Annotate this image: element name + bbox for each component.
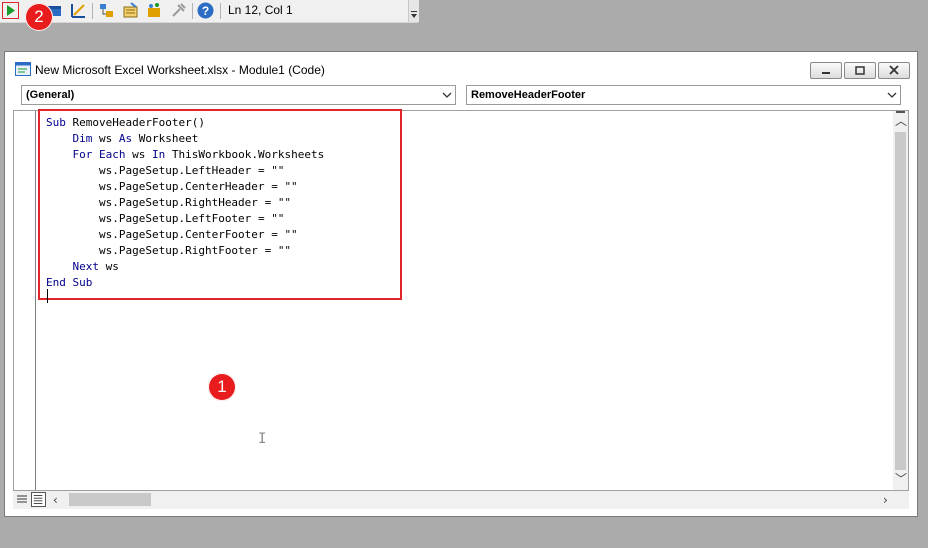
full-module-view-icon[interactable] [31,492,46,507]
toolbar-separator [220,3,221,19]
svg-text:?: ? [202,4,209,18]
window-titlebar: New Microsoft Excel Worksheet.xlsx - Mod… [5,52,917,84]
restore-icon [855,66,865,75]
scroll-right-icon[interactable]: › [883,494,888,506]
scroll-down-icon[interactable]: ﹀ [895,473,907,485]
cursor-position-status: Ln 12, Col 1 [228,3,293,17]
code-window: New Microsoft Excel Worksheet.xlsx - Mod… [4,51,918,517]
margin-indicator-bar[interactable] [14,111,36,490]
chevron-down-icon [442,92,452,98]
vertical-scroll-thumb[interactable] [895,132,906,470]
scroll-left-icon[interactable]: ‹ [53,494,58,506]
toolbar-overflow-grip[interactable] [408,0,419,22]
window-title: New Microsoft Excel Worksheet.xlsx - Mod… [35,63,325,77]
object-dropdown-value: (General) [26,89,75,101]
horizontal-scroll-thumb[interactable] [69,493,151,506]
object-dropdown[interactable]: (General) [21,85,456,105]
standard-toolbar: ? Ln 12, Col 1 [0,0,419,23]
help-icon[interactable]: ? [197,2,214,19]
toolbar-separator [192,3,193,19]
object-browser-icon[interactable] [146,2,163,19]
minimize-icon [822,72,830,74]
text-caret [47,289,48,303]
horizontal-scrollbar[interactable]: ‹ › [13,491,909,509]
procedure-view-icon[interactable] [15,492,30,507]
module-icon [15,62,31,76]
close-button[interactable] [878,62,910,79]
project-explorer-icon[interactable] [98,2,115,19]
properties-icon[interactable] [122,2,139,19]
minimize-button[interactable] [810,62,842,79]
code-editor[interactable]: Sub RemoveHeaderFooter() Dim ws As Works… [13,109,909,491]
scroll-up-icon[interactable]: ︿ [895,115,907,127]
annotation-badge-2: 2 [25,3,53,31]
scrollbar-top-mark [896,111,905,113]
code-highlight-box [38,109,402,300]
mouse-ibeam-cursor: I [258,431,267,447]
restore-button[interactable] [844,62,876,79]
close-icon [889,65,899,75]
run-icon[interactable] [2,2,19,19]
chevron-down-icon [887,92,897,98]
toolbox-icon[interactable] [170,2,187,19]
procedure-dropdown[interactable]: RemoveHeaderFooter [466,85,901,105]
annotation-badge-1: 1 [208,373,236,401]
design-mode-icon[interactable] [70,2,87,19]
vertical-scrollbar[interactable]: ︿ ﹀ [893,111,908,490]
procedure-dropdown-value: RemoveHeaderFooter [471,89,586,101]
chevron-down-icon [411,11,417,18]
toolbar-separator [92,3,93,19]
